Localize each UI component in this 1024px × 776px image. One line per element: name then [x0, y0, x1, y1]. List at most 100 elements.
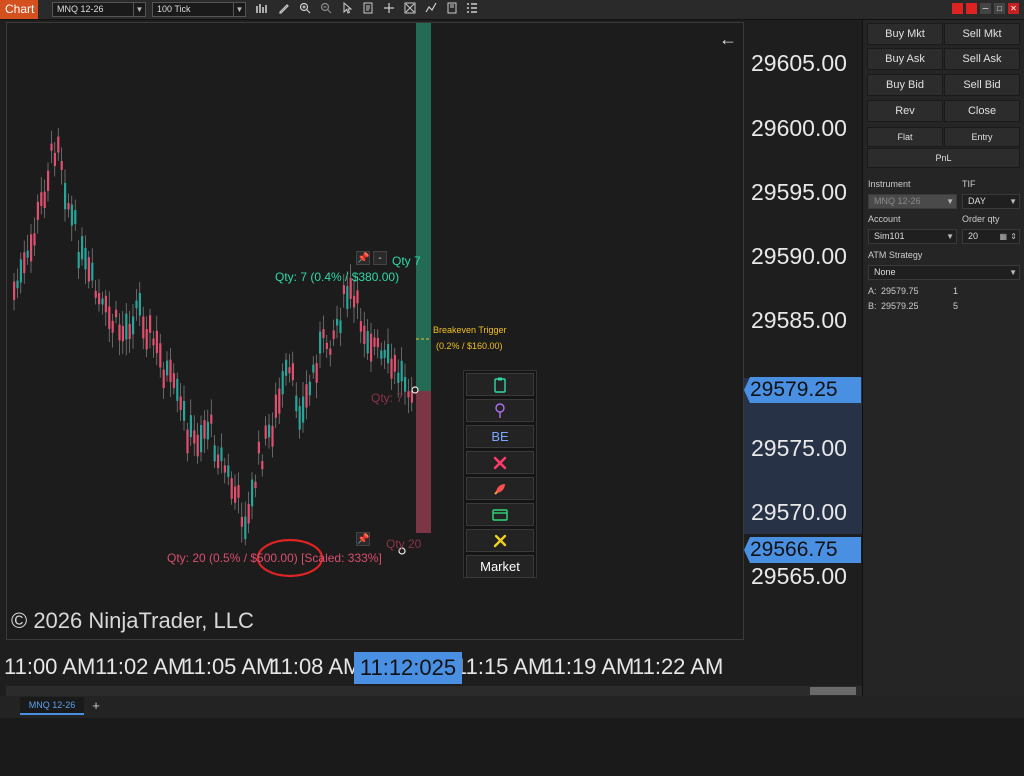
candle-up	[308, 381, 311, 396]
account-select[interactable]: Sim101 ▼	[868, 229, 957, 244]
clipboard-icon	[494, 377, 506, 393]
close-icon[interactable]: ✕	[1008, 3, 1019, 14]
calculator-icon[interactable]: ▦	[999, 230, 1007, 243]
bar-chart-icon[interactable]	[254, 2, 270, 18]
candle-up	[81, 236, 84, 260]
candle-down	[179, 396, 182, 411]
stop-qty-label[interactable]: Qty 20	[386, 537, 421, 551]
candle-up	[135, 300, 138, 309]
cursor-icon[interactable]	[339, 1, 355, 18]
trend-icon[interactable]	[423, 2, 439, 18]
chart-panel[interactable]: F ← 📌 - Qty 7 Qty: 7 (0.4% / $380.00) Br…	[6, 22, 863, 640]
add-tab-button[interactable]: +	[88, 697, 104, 715]
candle-up	[285, 359, 288, 376]
sell-bid-button[interactable]: Sell Bid	[944, 74, 1020, 96]
scrollbar-thumb[interactable]	[810, 687, 856, 695]
entry-qty-label[interactable]: Qty: 7	[371, 391, 403, 405]
price-tick: 29570.00	[751, 499, 847, 525]
link-red-icon[interactable]	[952, 3, 963, 14]
tif-select-value: DAY	[968, 196, 986, 206]
candle-down	[193, 430, 196, 444]
target-qty-label[interactable]: Qty 7	[392, 254, 421, 268]
ask-quote-size: 1	[953, 286, 959, 296]
sell-ask-button[interactable]: Sell Ask	[944, 48, 1020, 70]
price-axis[interactable]: 29605.00 29600.00 29595.00 29590.00 2958…	[744, 22, 862, 640]
breakeven-button[interactable]: BE	[466, 425, 534, 448]
buy-market-button[interactable]: Buy Mkt	[867, 23, 943, 45]
link-red-icon[interactable]	[966, 3, 977, 14]
chevron-down-icon: ▼	[946, 197, 954, 206]
candle-down	[271, 425, 274, 447]
instrument-selector-value: MNQ 12-26	[57, 4, 104, 14]
candle-up	[220, 447, 223, 462]
time-tick: 11:08 AM	[270, 654, 362, 679]
candle-up	[101, 298, 104, 305]
pencil-icon[interactable]	[276, 2, 292, 18]
candle-up	[64, 182, 67, 210]
price-tick: 29595.00	[751, 179, 847, 205]
menu-icon[interactable]	[464, 2, 480, 18]
tif-select[interactable]: DAY ▼	[962, 194, 1020, 209]
buy-ask-button[interactable]: Buy Ask	[867, 48, 943, 70]
atm-strategy-label: ATM Strategy	[868, 250, 923, 260]
tools-button[interactable]	[466, 529, 534, 552]
zoom-out-icon[interactable]	[318, 2, 334, 18]
candle-down	[393, 354, 396, 372]
order-qty-stepper[interactable]: 20 ▦ ⇕	[962, 229, 1020, 244]
tools-icon	[493, 534, 506, 548]
market-button[interactable]: Market	[466, 555, 534, 578]
stepper-arrows-icon[interactable]: ⇕	[1010, 230, 1017, 243]
candle-down	[210, 414, 213, 424]
candle-down	[186, 429, 189, 454]
minimize-icon[interactable]: ─	[980, 3, 991, 14]
sell-market-button[interactable]: Sell Mkt	[944, 23, 1020, 45]
entry-button[interactable]: Entry	[944, 127, 1020, 147]
candle-up	[183, 400, 186, 421]
data-box-icon[interactable]	[360, 2, 376, 18]
close-position-button[interactable]: Close	[944, 100, 1020, 122]
instrument-select-value: MNQ 12-26	[874, 196, 921, 206]
price-tick: 29565.00	[751, 563, 847, 589]
minimize-order-icon[interactable]: -	[373, 251, 387, 265]
cancel-order-button[interactable]	[466, 451, 534, 474]
bar-type-selector[interactable]: 100 Tick ▼	[152, 2, 246, 17]
time-tick: 11:15 AM	[455, 654, 547, 679]
clipboard-button[interactable]	[466, 373, 534, 396]
folder-button[interactable]	[466, 503, 534, 526]
breakeven-info: (0.2% / $160.00)	[436, 341, 503, 351]
tab-mnq[interactable]: MNQ 12-26	[20, 697, 84, 715]
flat-button[interactable]: Flat	[867, 127, 943, 147]
candle-down	[240, 516, 243, 527]
reverse-button[interactable]: Rev	[867, 100, 943, 122]
candle-down	[152, 338, 155, 346]
stop-info-highlight: $500.00)	[250, 551, 298, 565]
back-arrow-icon[interactable]: ←	[719, 29, 737, 50]
chevron-down-icon: ▼	[1009, 197, 1017, 206]
indicators-icon[interactable]	[402, 2, 418, 18]
atm-strategy-select[interactable]: None ▼	[868, 265, 1020, 280]
candle-down	[43, 191, 46, 209]
instrument-selector[interactable]: MNQ 12-26 ▼	[52, 2, 146, 17]
instrument-select[interactable]: MNQ 12-26 ▼	[868, 194, 957, 209]
copyright-watermark: © 2026 NinjaTrader, LLC	[11, 608, 254, 633]
candle-down	[111, 320, 114, 333]
properties-icon[interactable]	[444, 2, 460, 18]
candle-down	[67, 202, 70, 210]
pin-icon[interactable]: 📌	[356, 532, 370, 546]
pin-order-button[interactable]	[466, 399, 534, 422]
time-axis[interactable]: 11:00 AM 11:02 AM 11:05 AM 11:08 AM 11:1…	[0, 640, 862, 686]
buy-bid-button[interactable]: Buy Bid	[867, 74, 943, 96]
maximize-icon[interactable]: □	[994, 3, 1005, 14]
candle-up	[206, 421, 209, 440]
crosshair-icon[interactable]	[381, 2, 397, 18]
chart-toolbar: Chart MNQ 12-26 ▼ 100 Tick ▼ ─ □ ✕	[0, 0, 1024, 20]
candle-up	[16, 280, 19, 289]
horizontal-scrollbar[interactable]	[6, 686, 862, 696]
pin-icon[interactable]: 📌	[356, 251, 370, 265]
zoom-in-icon[interactable]	[297, 2, 313, 18]
stop-info-suffix: [Scaled: 333%]	[297, 551, 382, 565]
candle-down	[87, 257, 90, 282]
rocket-button[interactable]	[466, 477, 534, 500]
pnl-button[interactable]: PnL	[867, 148, 1020, 168]
candle-down	[159, 343, 162, 368]
